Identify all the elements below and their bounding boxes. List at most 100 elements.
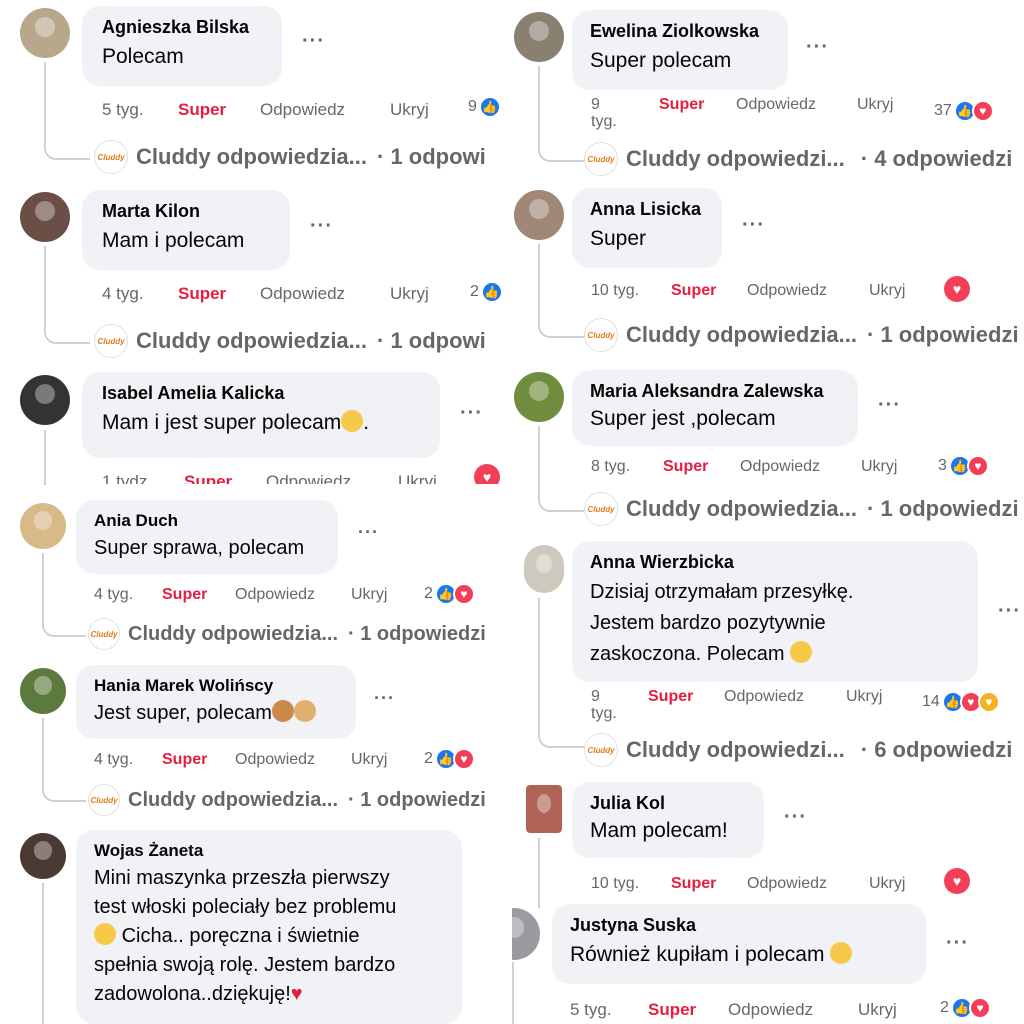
hide-button[interactable]: Ukryj: [869, 282, 905, 300]
more-options-button[interactable]: ···: [460, 402, 483, 425]
more-options-button[interactable]: ···: [358, 522, 379, 543]
timestamp[interactable]: 9 tyg.: [591, 688, 621, 722]
super-button[interactable]: Super: [178, 284, 226, 304]
timestamp[interactable]: 4 tyg.: [94, 586, 133, 604]
avatar[interactable]: [514, 372, 564, 422]
smiling-emoji-icon: [94, 923, 116, 945]
reply-button[interactable]: Odpowiedz: [747, 875, 827, 893]
more-options-button[interactable]: ···: [374, 688, 395, 709]
reply-button[interactable]: Odpowiedz: [260, 284, 345, 304]
view-replies[interactable]: Cluddy Cluddy odpowiedzia... · 1 odpowie…: [584, 318, 1019, 352]
avatar[interactable]: [20, 503, 66, 549]
reply-button[interactable]: Odpowiedz: [724, 688, 804, 706]
reply-button[interactable]: Odpowiedz: [740, 458, 820, 476]
love-icon[interactable]: ♥: [474, 464, 500, 484]
more-options-button[interactable]: ···: [878, 394, 901, 417]
comment-author[interactable]: Marta Kilon: [102, 200, 276, 222]
super-button[interactable]: Super: [659, 96, 704, 114]
avatar[interactable]: [512, 908, 540, 960]
love-icon[interactable]: ♥: [944, 276, 970, 302]
comment-author[interactable]: Anna Lisicka: [590, 198, 708, 220]
avatar[interactable]: [20, 8, 70, 58]
more-options-button[interactable]: ···: [784, 806, 807, 829]
comment-author[interactable]: Maria Aleksandra Zalewska: [590, 380, 844, 402]
view-replies[interactable]: Cluddy Cluddy odpowiedzia... · 1 odpowie…: [88, 784, 486, 816]
view-replies[interactable]: Cluddy Cluddy odpowiedzia... · 1 odpowi: [94, 324, 486, 358]
love-icon: ♥: [968, 997, 991, 1019]
super-button[interactable]: Super: [178, 100, 226, 120]
hide-button[interactable]: Ukryj: [861, 458, 897, 476]
hide-button[interactable]: Ukryj: [398, 472, 437, 484]
more-options-button[interactable]: ···: [806, 36, 829, 59]
super-button[interactable]: Super: [162, 751, 207, 769]
super-button[interactable]: Super: [663, 458, 708, 476]
more-options-button[interactable]: ···: [946, 932, 969, 955]
reply-button[interactable]: Odpowiedz: [235, 751, 315, 769]
timestamp[interactable]: 9 tyg.: [591, 96, 621, 130]
timestamp[interactable]: 1 tydz.: [102, 472, 152, 484]
super-button[interactable]: Super: [671, 875, 716, 893]
timestamp[interactable]: 10 tyg.: [591, 875, 639, 893]
hide-button[interactable]: Ukryj: [390, 284, 429, 304]
reply-button[interactable]: Odpowiedz: [235, 586, 315, 604]
reaction-summary[interactable]: 3 👍 ♥: [938, 455, 989, 477]
comment-author[interactable]: Ania Duch: [94, 510, 324, 532]
timestamp[interactable]: 8 tyg.: [591, 458, 630, 476]
love-icon[interactable]: ♥: [944, 868, 970, 894]
avatar[interactable]: [20, 668, 66, 714]
hide-button[interactable]: Ukryj: [857, 96, 893, 114]
hide-button[interactable]: Ukryj: [846, 688, 882, 706]
super-button[interactable]: Super: [648, 1000, 696, 1020]
timestamp[interactable]: 10 tyg.: [591, 282, 639, 300]
avatar[interactable]: [20, 833, 66, 879]
avatar[interactable]: [20, 192, 70, 242]
avatar[interactable]: [514, 190, 564, 240]
comment-author[interactable]: Anna Wierzbicka: [590, 551, 964, 573]
reply-button[interactable]: Odpowiedz: [747, 282, 827, 300]
comment-author[interactable]: Agnieszka Bilska: [102, 16, 268, 38]
hide-button[interactable]: Ukryj: [390, 100, 429, 120]
reaction-summary[interactable]: 2 👍 ♥: [424, 583, 475, 605]
super-button[interactable]: Super: [162, 586, 207, 604]
reply-button[interactable]: Odpowiedz: [736, 96, 816, 114]
reaction-summary[interactable]: 14 👍 ♥ ♥: [922, 691, 1000, 713]
view-replies[interactable]: Cluddy Cluddy odpowiedzi... · 6 odpowied…: [584, 733, 1012, 767]
avatar[interactable]: [514, 12, 564, 62]
super-button[interactable]: Super: [671, 282, 716, 300]
comment-author[interactable]: Ewelina Ziolkowska: [590, 20, 774, 42]
hide-button[interactable]: Ukryj: [351, 751, 387, 769]
more-options-button[interactable]: ···: [302, 30, 325, 53]
timestamp[interactable]: 5 tyg.: [570, 1000, 612, 1020]
view-replies[interactable]: Cluddy Cluddy odpowiedzia... · 1 odpowie…: [584, 492, 1019, 526]
view-replies[interactable]: Cluddy Cluddy odpowiedzia... · 1 odpowi: [94, 140, 486, 174]
reaction-summary[interactable]: 2 👍 ♥: [940, 997, 991, 1019]
comment-author[interactable]: Isabel Amelia Kalicka: [102, 382, 426, 404]
timestamp[interactable]: 4 tyg.: [94, 751, 133, 769]
more-options-button[interactable]: ···: [310, 215, 333, 238]
comment-author[interactable]: Julia Kol: [590, 792, 750, 814]
avatar[interactable]: [524, 545, 564, 593]
hide-button[interactable]: Ukryj: [351, 586, 387, 604]
reaction-summary[interactable]: 9 👍: [468, 96, 501, 118]
view-replies[interactable]: Cluddy Cluddy odpowiedzi... · 4 odpowied…: [584, 142, 1012, 176]
reply-button[interactable]: Odpowiedz: [266, 472, 351, 484]
timestamp[interactable]: 5 tyg.: [102, 100, 144, 120]
reaction-summary[interactable]: 37 👍 ♥: [934, 100, 994, 122]
view-replies[interactable]: Cluddy Cluddy odpowiedzia... · 1 odpowie…: [88, 618, 486, 650]
super-button[interactable]: Super: [648, 688, 693, 706]
avatar[interactable]: [526, 785, 562, 833]
reply-button[interactable]: Odpowiedz: [260, 100, 345, 120]
hide-button[interactable]: Ukryj: [869, 875, 905, 893]
more-options-button[interactable]: ···: [998, 600, 1021, 623]
reaction-summary[interactable]: 2 👍 ♥: [424, 748, 475, 770]
comment-author[interactable]: Justyna Suska: [570, 914, 912, 936]
reaction-summary[interactable]: 2 👍: [470, 281, 503, 303]
comment-text-body: zadowolona..dziękuję!: [94, 983, 291, 1005]
timestamp[interactable]: 4 tyg.: [102, 284, 144, 304]
more-options-button[interactable]: ···: [742, 214, 765, 237]
comment-author[interactable]: Wojas Żaneta: [94, 840, 448, 862]
reply-button[interactable]: Odpowiedz: [728, 1000, 813, 1020]
super-button[interactable]: Super: [184, 472, 232, 484]
comment-author[interactable]: Hania Marek Wolińscy: [94, 675, 342, 697]
hide-button[interactable]: Ukryj: [858, 1000, 897, 1020]
